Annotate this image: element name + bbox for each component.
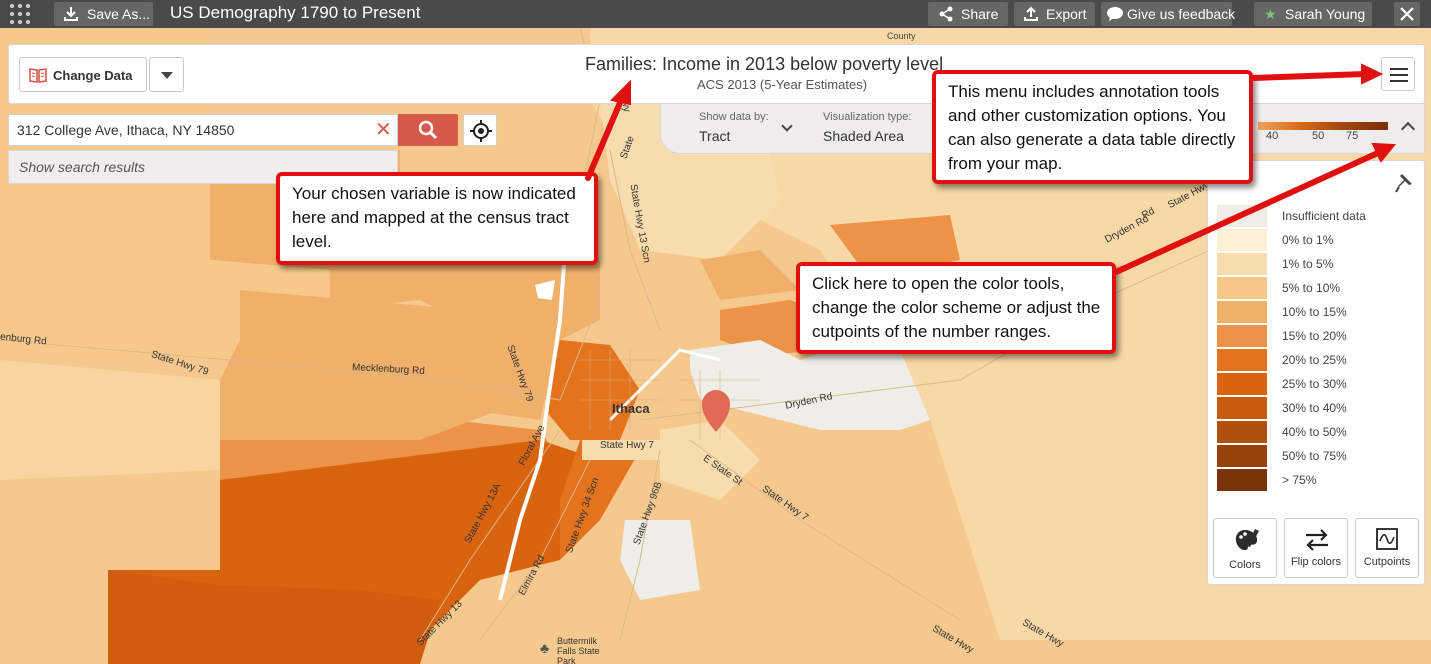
callout-variable: Your chosen variable is now indicated he… bbox=[276, 172, 598, 265]
share-icon bbox=[938, 2, 954, 26]
map-subtitle: ACS 2013 (5-Year Estimates) bbox=[697, 77, 868, 92]
speech-bubble-icon bbox=[1106, 2, 1124, 26]
city-label: Ithaca bbox=[612, 401, 650, 416]
legend-swatch bbox=[1217, 397, 1267, 419]
legend-label: 40% to 50% bbox=[1282, 425, 1347, 439]
menu-button[interactable] bbox=[1381, 57, 1415, 91]
legend-label: 50% to 75% bbox=[1282, 449, 1347, 463]
data-dropdown-button[interactable] bbox=[149, 57, 184, 92]
legend-panel: Insufficient data 0% to 1% 1% to 5% 5% to 1… bbox=[1207, 160, 1425, 585]
app-title: US Demography 1790 to Present bbox=[170, 3, 421, 22]
top-bar: Save As... US Demography 1790 to Present… bbox=[0, 0, 1431, 28]
vis-type-select[interactable]: Shaded Area bbox=[823, 128, 904, 144]
show-by-select[interactable]: Tract bbox=[699, 128, 730, 144]
flip-colors-label: Flip colors bbox=[1290, 556, 1342, 568]
user-menu-button[interactable]: ★ Sarah Young bbox=[1254, 2, 1372, 26]
cutpoints-label: Cutpoints bbox=[1363, 556, 1411, 568]
book-icon bbox=[29, 67, 47, 86]
legend-label: Insufficient data bbox=[1282, 209, 1366, 223]
search-button[interactable] bbox=[398, 114, 458, 146]
legend-label: 30% to 40% bbox=[1282, 401, 1347, 415]
road-label: State Hwy 7 bbox=[600, 440, 654, 451]
colors-button[interactable]: Colors bbox=[1213, 518, 1277, 578]
legend-swatch bbox=[1217, 373, 1267, 395]
map-title: Families: Income in 2013 below poverty l… bbox=[585, 54, 944, 74]
clear-icon[interactable]: ✕ bbox=[375, 120, 392, 140]
scale-label: 75 bbox=[1346, 130, 1359, 142]
swap-arrows-icon bbox=[1306, 529, 1328, 551]
chevron-down-icon bbox=[161, 72, 173, 79]
chart-line-icon bbox=[1376, 528, 1398, 550]
export-label: Export bbox=[1046, 6, 1087, 22]
search-box: ✕ bbox=[8, 114, 398, 146]
chevron-up-icon[interactable] bbox=[1400, 121, 1416, 137]
legend-label: > 75% bbox=[1282, 473, 1317, 487]
upload-icon bbox=[1023, 2, 1039, 26]
callout-menu: This menu includes annotation tools and … bbox=[932, 70, 1253, 184]
show-by-label: Show data by: bbox=[699, 111, 769, 123]
change-data-label: Change Data bbox=[53, 68, 133, 83]
legend-swatch bbox=[1217, 277, 1267, 299]
change-data-button[interactable]: Change Data bbox=[19, 57, 147, 92]
star-icon: ★ bbox=[1264, 6, 1277, 22]
crosshair-icon bbox=[470, 120, 492, 142]
legend-swatch bbox=[1217, 421, 1267, 443]
save-as-label: Save As... bbox=[87, 6, 151, 22]
apps-grid-icon[interactable] bbox=[10, 4, 32, 24]
color-scale-bar[interactable] bbox=[1258, 122, 1388, 130]
callout-color-tools: Click here to open the color tools, chan… bbox=[796, 262, 1116, 354]
vis-type-label: Visualization type: bbox=[823, 111, 912, 123]
close-button[interactable] bbox=[1394, 2, 1420, 26]
feedback-label: Give us feedback bbox=[1127, 6, 1236, 22]
share-label: Share bbox=[961, 6, 999, 22]
county-label: County bbox=[887, 31, 916, 41]
legend-swatch bbox=[1217, 325, 1267, 347]
legend-swatch bbox=[1217, 469, 1267, 491]
legend-swatch bbox=[1217, 349, 1267, 371]
legend-label: 1% to 5% bbox=[1282, 257, 1334, 271]
pin-icon[interactable] bbox=[1395, 173, 1413, 193]
scale-label: 40 bbox=[1266, 130, 1279, 142]
scale-label: 50 bbox=[1312, 130, 1325, 142]
legend-label: 15% to 20% bbox=[1282, 329, 1347, 343]
legend-label: 10% to 15% bbox=[1282, 305, 1347, 319]
address-search-input[interactable] bbox=[9, 115, 369, 145]
cutpoints-button[interactable]: Cutpoints bbox=[1355, 518, 1419, 578]
legend-swatch bbox=[1217, 205, 1267, 227]
legend-label: 25% to 30% bbox=[1282, 377, 1347, 391]
flip-colors-button[interactable]: Flip colors bbox=[1284, 518, 1348, 578]
legend-label: 0% to 1% bbox=[1282, 233, 1334, 247]
colors-label: Colors bbox=[1229, 559, 1261, 571]
search-icon bbox=[418, 120, 438, 140]
legend-swatch bbox=[1217, 445, 1267, 467]
hamburger-icon bbox=[1390, 68, 1408, 70]
download-icon bbox=[63, 2, 79, 26]
tree-icon: ♣ bbox=[540, 640, 550, 656]
export-button[interactable]: Export bbox=[1014, 2, 1095, 26]
legend-swatch bbox=[1217, 301, 1267, 323]
legend-label: 5% to 10% bbox=[1282, 281, 1341, 295]
locate-button[interactable] bbox=[463, 114, 497, 146]
save-as-button[interactable]: Save As... bbox=[54, 2, 153, 26]
palette-icon bbox=[1235, 529, 1259, 551]
feedback-button[interactable]: Give us feedback bbox=[1101, 2, 1236, 26]
chevron-down-icon[interactable] bbox=[781, 120, 793, 132]
user-name: Sarah Young bbox=[1285, 6, 1366, 22]
legend-swatch bbox=[1217, 253, 1267, 275]
close-icon bbox=[1400, 2, 1414, 26]
share-button[interactable]: Share bbox=[928, 2, 1008, 26]
legend-label: 20% to 25% bbox=[1282, 353, 1347, 367]
legend-swatch bbox=[1217, 229, 1267, 251]
